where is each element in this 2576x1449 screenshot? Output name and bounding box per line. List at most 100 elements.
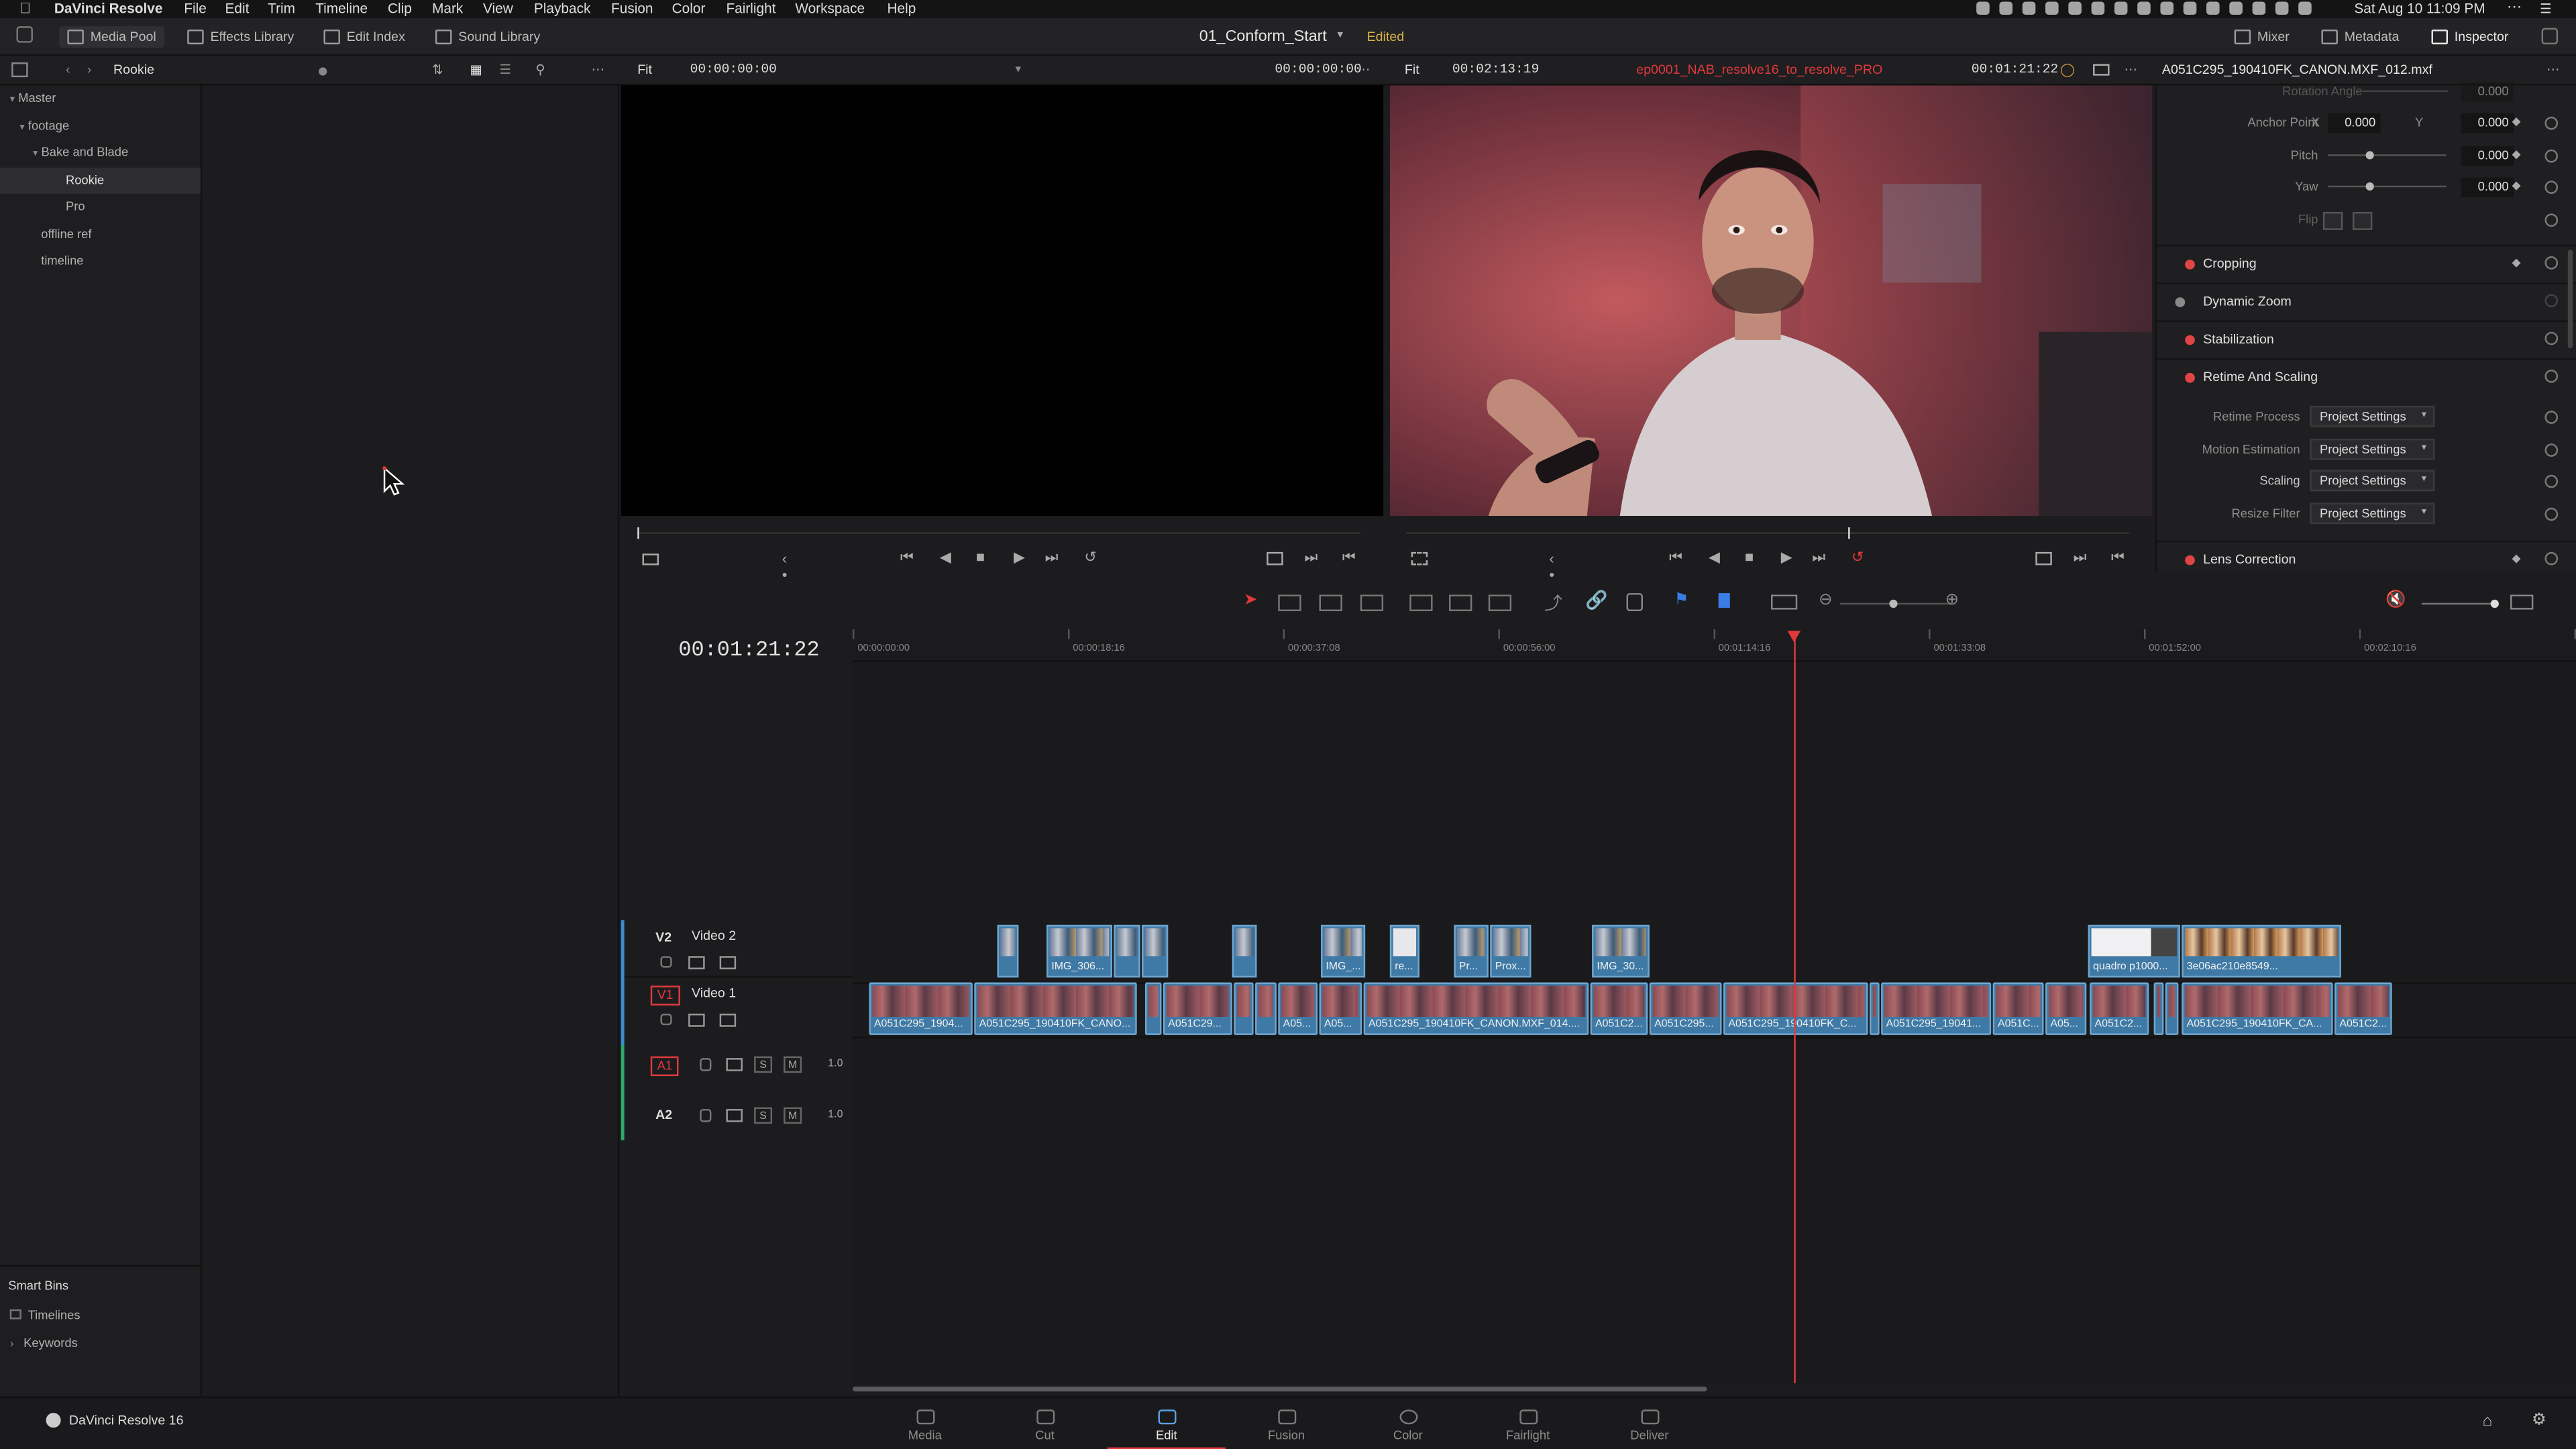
zoom-out-icon[interactable]: ⊖ — [1819, 592, 1833, 610]
reset-icon[interactable] — [2544, 551, 2559, 566]
auto-select-icon[interactable] — [688, 956, 705, 969]
status-icon[interactable] — [2229, 1, 2243, 15]
v2-clip[interactable]: IMG_30... — [1592, 924, 1650, 978]
go-to-start-icon[interactable]: ⏮ — [900, 549, 914, 567]
safe-area-icon[interactable] — [1411, 551, 1428, 566]
page-edit[interactable]: Edit — [1107, 1398, 1226, 1449]
home-icon[interactable]: ⌂ — [2482, 1413, 2492, 1431]
timeline-horizontal-scrollbar[interactable] — [853, 1386, 1707, 1392]
timeline-ruler[interactable]: 00:00:00:00 00:00:18:16 00:00:37:08 00:0… — [853, 629, 2576, 662]
mute-icon[interactable]: 🔇 — [2385, 592, 2406, 610]
v2-clip[interactable]: Pr... — [1454, 924, 1489, 978]
smart-bin-timelines[interactable]: Timelines — [0, 1303, 201, 1329]
v1-clip[interactable]: A051C295_190410FK_CA... — [2182, 982, 2333, 1035]
flip-horizontal-icon[interactable] — [2322, 211, 2343, 230]
yaw-value[interactable]: 0.000 — [2461, 177, 2514, 197]
v1-clip[interactable] — [1144, 982, 1162, 1035]
source-more-icon[interactable]: ⋯ — [1357, 56, 1371, 85]
lock-icon[interactable] — [700, 1109, 712, 1122]
marker-icon[interactable] — [1718, 593, 1730, 608]
reset-icon[interactable] — [2544, 411, 2559, 424]
menu-help[interactable]: Help — [887, 0, 916, 18]
play-icon[interactable]: ▶ — [1014, 549, 1025, 567]
v2-clip[interactable]: IMG_306... — [1046, 924, 1112, 978]
inspector-scrollbar[interactable] — [2567, 250, 2573, 349]
retime-and-scaling-section[interactable]: Retime And Scaling — [2157, 358, 2576, 394]
v2-clip[interactable] — [997, 924, 1019, 978]
reset-icon[interactable] — [2544, 294, 2559, 307]
chevron-down-icon[interactable]: ▾ — [33, 150, 38, 160]
media-pool-content[interactable] — [202, 85, 620, 1397]
grid-view-icon[interactable]: ▦ — [470, 56, 482, 85]
volume-slider[interactable] — [2421, 599, 2499, 608]
timeline-current-timecode[interactable]: 00:01:21:22 — [678, 637, 819, 662]
workspace-icon[interactable] — [16, 26, 33, 43]
timeline-zoom-slider[interactable] — [1839, 599, 1952, 608]
inspector-button[interactable]: Inspector — [2431, 26, 2508, 48]
match-frame-icon[interactable] — [1267, 551, 1283, 566]
solo-button[interactable]: S — [754, 1107, 773, 1124]
timeline-loop-icon[interactable]: ↺ — [1851, 549, 1864, 567]
chevron-down-icon[interactable]: ▾ — [19, 123, 24, 133]
pitch-value[interactable]: 0.000 — [2461, 146, 2514, 166]
v2-clip[interactable] — [1114, 924, 1140, 978]
overwrite-clip-icon[interactable] — [1449, 594, 1472, 612]
menu-fairlight[interactable]: Fairlight — [726, 0, 775, 18]
reset-icon[interactable] — [2544, 116, 2559, 130]
scaling-select[interactable]: Project Settings ▾ — [2310, 470, 2435, 492]
v2-clip[interactable]: 3e06ac210e8549... — [2182, 924, 2341, 978]
forward-icon[interactable]: › — [87, 56, 92, 85]
status-icon[interactable] — [2068, 1, 2082, 15]
metadata-button[interactable]: Metadata — [2321, 26, 2399, 48]
v2-clip[interactable]: re... — [1389, 924, 1419, 978]
v2-clip[interactable] — [1232, 924, 1257, 978]
timeline-dropdown-chevron-icon[interactable]: ▾ — [1337, 28, 1343, 41]
mark-in-icon[interactable]: ⏭ — [1305, 549, 1318, 567]
v2-clip[interactable]: IMG_... — [1320, 924, 1366, 978]
timeline-zoom-fit[interactable]: Fit — [1405, 56, 1419, 85]
timeline-go-to-start-icon[interactable]: ⏮ — [1669, 549, 1682, 567]
blade-tool-icon[interactable] — [1360, 594, 1384, 612]
enable-dot[interactable] — [2185, 259, 2195, 270]
reset-icon[interactable] — [2544, 370, 2559, 383]
viewer-mode-icon[interactable] — [2093, 64, 2110, 76]
v1-clip[interactable]: A051C2... — [1590, 982, 1648, 1035]
timeline-play-icon[interactable]: ▶ — [1781, 549, 1792, 567]
apple-icon[interactable]:  — [19, 0, 31, 18]
source-timecode-in[interactable]: 00:00:00:00 — [690, 56, 777, 85]
volume-knob[interactable] — [2490, 599, 2499, 608]
keyframe-icon[interactable]: ◆ — [2512, 140, 2521, 172]
source-scrubber[interactable] — [637, 527, 1360, 539]
bin-master[interactable]: ▾ Master — [0, 85, 201, 111]
snapping-icon[interactable]: ⤴ — [1544, 590, 1562, 616]
auto-select-icon[interactable] — [726, 1058, 743, 1071]
v1-clip[interactable] — [1869, 982, 1880, 1035]
keyframe-icon[interactable]: ◆ — [2512, 107, 2521, 140]
selection-tool-icon[interactable]: ➤ — [1244, 592, 1258, 610]
timeline-scrubber-playhead[interactable] — [1848, 527, 1850, 539]
source-viewer[interactable] — [621, 85, 1384, 516]
v1-clip[interactable]: A051C... — [1992, 982, 2044, 1035]
track-id-v1[interactable]: V1 — [650, 985, 680, 1006]
timeline-playhead[interactable] — [1787, 631, 1801, 1384]
anchor-x-value[interactable]: 0.000 — [2328, 113, 2381, 133]
v1-clip[interactable]: A051C295_1904... — [869, 982, 973, 1035]
menu-mark[interactable]: Mark — [432, 0, 463, 18]
status-icon[interactable] — [1976, 1, 1990, 15]
clip-overlay-icon[interactable] — [642, 553, 659, 566]
anchor-y-value[interactable]: 0.000 — [2461, 113, 2514, 133]
v1-clip[interactable]: A051C295_190410FK_CANO... — [974, 982, 1137, 1035]
reset-icon[interactable] — [2544, 507, 2559, 521]
sound-library-button[interactable]: Sound Library — [435, 26, 540, 48]
track-header-v1[interactable]: V1 Video 1 — [625, 977, 853, 1035]
timeline-more-icon[interactable]: ⋯ — [2125, 56, 2138, 85]
v1-clip[interactable] — [1234, 982, 1254, 1035]
menu-view[interactable]: View — [483, 0, 513, 18]
reset-icon[interactable] — [2544, 256, 2559, 270]
track-header-a2[interactable]: A2 S M 1.0 — [625, 1095, 853, 1143]
timeline-zoom-knob[interactable] — [1889, 599, 1898, 608]
timeline-viewer[interactable] — [1389, 85, 2153, 516]
yaw-slider[interactable] — [2328, 182, 2447, 191]
auto-select-icon[interactable] — [726, 1109, 743, 1122]
auto-select-icon[interactable] — [688, 1014, 705, 1027]
